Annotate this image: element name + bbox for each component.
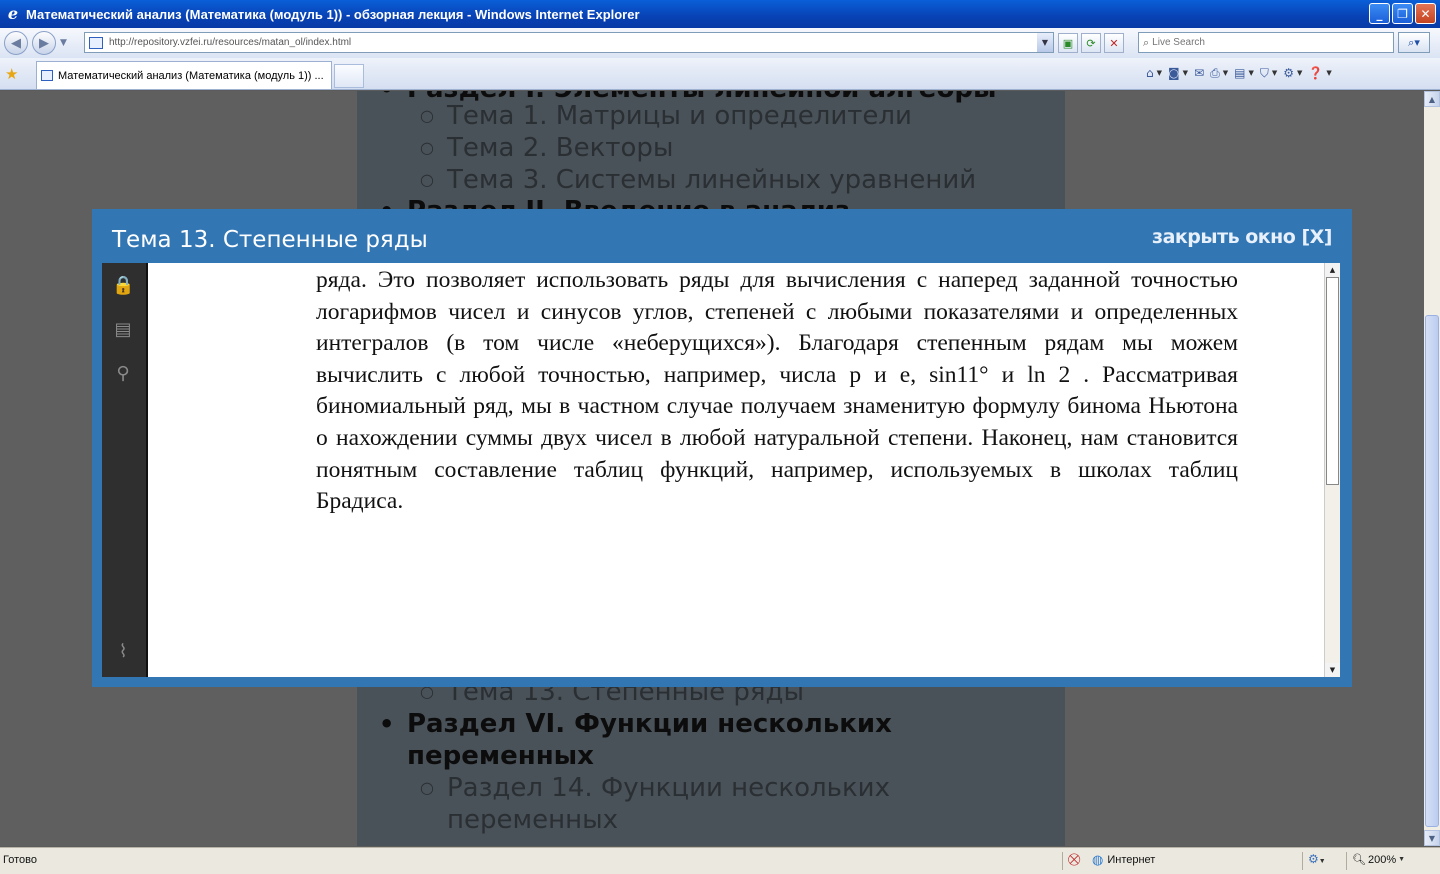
document-paragraph: ряда. Это позволяет использовать ряды дл… <box>316 267 1238 515</box>
viewer-scroll-thumb[interactable] <box>1326 277 1339 485</box>
window-title-bar[interactable]: e Математический анализ (Математика (мод… <box>0 0 1440 28</box>
pdf-viewer: 🔒 ▤ ⚲ ⌇ ряда. Это позволяет использовать… <box>102 263 1340 677</box>
modal-close-link[interactable]: закрыть окно [X] <box>1152 226 1332 248</box>
modal-title: Тема 13. Степенные ряды <box>112 227 428 253</box>
tab-active[interactable]: Математический анализ (Математика (модул… <box>36 61 332 89</box>
zone-label: Интернет <box>1107 854 1156 866</box>
outline-topic[interactable]: ○ Тема 2. Векторы <box>420 132 674 164</box>
page-scrollbar[interactable]: ▲ ▼ <box>1424 91 1440 846</box>
outline-topic[interactable]: ○ Тема 3. Системы линейных уравнений <box>420 164 977 196</box>
favorites-star-icon[interactable]: ★ <box>5 65 18 83</box>
home-dropdown-icon[interactable]: ▼ <box>1157 69 1162 77</box>
status-divider <box>1062 852 1063 870</box>
circle-bullet-icon: ○ <box>420 170 434 189</box>
help-menu-button[interactable]: ❓ ▼ <box>1308 64 1331 82</box>
popup-blocked-icon[interactable]: ⛒ <box>1068 852 1084 868</box>
search-input[interactable] <box>1152 37 1373 48</box>
scroll-thumb[interactable] <box>1425 315 1439 827</box>
maximize-button[interactable]: ❐ <box>1392 3 1413 24</box>
help-dropdown-icon[interactable]: ▼ <box>1326 69 1331 77</box>
tools-menu-button[interactable]: ⚙ ▼ <box>1283 64 1302 82</box>
home-button[interactable]: ⌂ ▼ <box>1146 64 1162 82</box>
address-dropdown-icon[interactable]: ▼ <box>1037 33 1053 52</box>
search-logo-icon: ⌕ <box>1143 35 1150 49</box>
circle-bullet-icon: ○ <box>420 138 434 157</box>
compatibility-icon[interactable]: ▣ <box>1058 33 1078 53</box>
lecture-modal: Тема 13. Степенные ряды закрыть окно [X]… <box>92 209 1352 687</box>
safety-dropdown-icon[interactable]: ▼ <box>1272 69 1277 77</box>
window-title: Математический анализ (Математика (модул… <box>26 6 640 22</box>
lock-icon[interactable]: 🔒 <box>112 275 134 297</box>
close-window-button[interactable]: ✕ <box>1415 3 1436 24</box>
back-button[interactable]: ◀ <box>4 31 28 55</box>
viewer-scrollbar[interactable]: ▲ ▼ <box>1324 263 1340 677</box>
search-button[interactable]: ⌕▾ <box>1398 32 1430 53</box>
modal-header: Тема 13. Степенные ряды закрыть окно [X] <box>92 209 1352 263</box>
new-tab-button[interactable] <box>334 64 364 88</box>
bullet-icon: • <box>379 91 394 105</box>
page-menu-button[interactable]: ▤ ▼ <box>1234 64 1254 82</box>
outline-topic-text: Раздел 14. Функции нескольких переменных <box>447 773 890 835</box>
security-zone[interactable]: ◍ Интернет <box>1092 852 1155 868</box>
refresh-icon[interactable]: ⟳ <box>1081 33 1101 53</box>
status-divider <box>1346 852 1347 870</box>
circle-bullet-icon: ○ <box>420 778 434 797</box>
search-field[interactable]: ⌕ <box>1138 32 1394 53</box>
globe-icon: ◍ <box>1092 852 1104 867</box>
safety-menu-button[interactable]: ⛉ ▼ <box>1260 64 1277 82</box>
tab-bar: ★ Математический анализ (Математика (мод… <box>0 58 1440 90</box>
address-url[interactable]: http://repository.vzfei.ru/resources/mat… <box>109 37 351 48</box>
outline-topic-text: Тема 3. Системы линейных уравнений <box>447 165 977 195</box>
ie-logo-icon: e <box>7 4 19 23</box>
stop-icon[interactable]: ✕ <box>1104 33 1124 53</box>
mail-icon[interactable]: ✉ <box>1194 64 1204 82</box>
binoculars-icon[interactable]: ⚲ <box>112 363 134 385</box>
feeds-dropdown-icon[interactable]: ▼ <box>1183 69 1188 77</box>
address-toolbar: ◀ ▶ ▼ http://repository.vzfei.ru/resourc… <box>0 28 1440 58</box>
scroll-down-icon[interactable]: ▼ <box>1424 830 1440 846</box>
address-field[interactable]: http://repository.vzfei.ru/resources/mat… <box>84 32 1054 53</box>
address-actions: ▣ ⟳ ✕ <box>1058 33 1124 53</box>
viewer-sidebar: 🔒 ▤ ⚲ ⌇ <box>102 263 148 677</box>
command-bar: ⌂ ▼ ◙ ▼ ✉ ⎙ ▼ ▤ ▼ ⛉ ▼ ⚙ ▼ ❓ ▼ <box>1146 64 1332 82</box>
status-bar: Готово ⛒ ◍ Интернет ⚙▼ 🔍︎ 200% ▼ <box>0 847 1440 874</box>
zoom-icon: 🔍︎ <box>1352 854 1366 866</box>
outline-topic[interactable]: ○ Тема 1. Матрицы и определители <box>420 100 912 132</box>
viewer-scroll-up-icon[interactable]: ▲ <box>1325 263 1340 277</box>
status-text: Готово <box>3 854 37 866</box>
zoom-dropdown-icon[interactable]: ▼ <box>1398 856 1405 863</box>
forward-button[interactable]: ▶ <box>32 31 56 55</box>
protected-mode-icon[interactable]: ⚙▼ <box>1308 852 1326 866</box>
tab-page-icon <box>41 70 53 81</box>
zoom-level: 200% <box>1367 853 1397 866</box>
feeds-button[interactable]: ◙ ▼ <box>1168 64 1188 82</box>
outline-topic-text: Тема 1. Матрицы и определители <box>447 101 912 131</box>
outline-topic[interactable]: ○ Раздел 14. Функции нескольких переменны… <box>420 772 967 836</box>
page-icon <box>89 36 103 49</box>
tab-label: Математический анализ (Математика (модул… <box>58 69 324 82</box>
page-menu-dropdown-icon[interactable]: ▼ <box>1248 69 1253 77</box>
print-dropdown-icon[interactable]: ▼ <box>1223 69 1228 77</box>
tools-dropdown-icon[interactable]: ▼ <box>1297 69 1302 77</box>
scroll-up-icon[interactable]: ▲ <box>1424 91 1440 107</box>
viewer-scroll-down-icon[interactable]: ▼ <box>1325 663 1340 677</box>
circle-bullet-icon: ○ <box>420 106 434 125</box>
pages-icon[interactable]: ▤ <box>112 319 134 341</box>
minimize-button[interactable]: _ <box>1369 3 1390 24</box>
bullet-icon: • <box>379 710 395 738</box>
outline-topic-text: Тема 2. Векторы <box>447 133 674 163</box>
print-button[interactable]: ⎙ ▼ <box>1210 64 1228 82</box>
status-divider <box>1302 852 1303 870</box>
window-controls: _ ❐ ✕ <box>1369 3 1436 24</box>
history-dropdown-icon[interactable]: ▼ <box>60 38 67 48</box>
outline-section-text: Раздел VI. Функции нескольких переменных <box>407 709 892 771</box>
zoom-control[interactable]: 🔍︎ 200% ▼ <box>1352 853 1405 867</box>
outline-section[interactable]: • Раздел VI. Функции нескольких переменны… <box>379 708 967 772</box>
attachment-icon[interactable]: ⌇ <box>112 641 134 663</box>
